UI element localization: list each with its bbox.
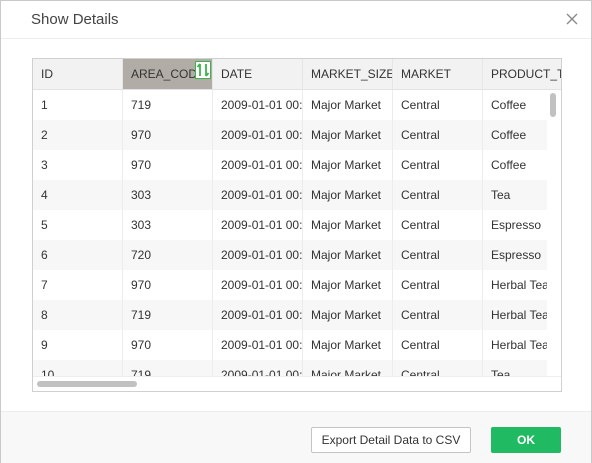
table-cell-market: Central <box>393 150 483 180</box>
column-header-date[interactable]: DATE <box>213 59 303 89</box>
table-cell-market: Central <box>393 210 483 240</box>
show-details-dialog: Show Details ID AREA_CODE DATE MARKET_SIZE M… <box>0 0 592 463</box>
table-cell-id: 4 <box>33 180 123 210</box>
table-cell-id: 2 <box>33 120 123 150</box>
table-cell-area-code: 970 <box>123 330 213 360</box>
export-csv-button[interactable]: Export Detail Data to CSV <box>311 427 471 453</box>
table-row[interactable]: 53032009-01-01 00:00:00Major MarketCentr… <box>33 210 561 240</box>
table-cell-date: 2009-01-01 00:00:00 <box>213 330 303 360</box>
table-cell-date: 2009-01-01 00:00:00 <box>213 300 303 330</box>
table-cell-market-size: Major Market <box>303 300 393 330</box>
table-cell-market-size: Major Market <box>303 330 393 360</box>
table-cell-area-code: 720 <box>123 240 213 270</box>
table-cell-market: Central <box>393 300 483 330</box>
table-cell-market-size: Major Market <box>303 150 393 180</box>
horizontal-scrollbar[interactable] <box>33 376 561 391</box>
table-cell-market-size: Major Market <box>303 270 393 300</box>
column-header-label: PRODUCT_TYPE <box>491 67 561 81</box>
table-cell-market: Central <box>393 120 483 150</box>
table-cell-date: 2009-01-01 00:00:00 <box>213 270 303 300</box>
table-cell-id: 6 <box>33 240 123 270</box>
table-row[interactable]: 79702009-01-01 00:00:00Major MarketCentr… <box>33 270 561 300</box>
table-cell-market: Central <box>393 330 483 360</box>
column-header-id[interactable]: ID <box>33 59 123 89</box>
horizontal-scrollbar-thumb[interactable] <box>37 381 137 387</box>
table-cell-date: 2009-01-01 00:00:00 <box>213 150 303 180</box>
table-cell-id: 5 <box>33 210 123 240</box>
table-cell-id: 9 <box>33 330 123 360</box>
table-cell-date: 2009-01-01 00:00:00 <box>213 240 303 270</box>
table-cell-market: Central <box>393 240 483 270</box>
table-cell-id: 7 <box>33 270 123 300</box>
table-row[interactable]: 43032009-01-01 00:00:00Major MarketCentr… <box>33 180 561 210</box>
table-row[interactable]: 29702009-01-01 00:00:00Major MarketCentr… <box>33 120 561 150</box>
table-cell-area-code: 303 <box>123 180 213 210</box>
close-icon <box>566 13 578 25</box>
table-cell-market: Central <box>393 180 483 210</box>
table-row[interactable]: 39702009-01-01 00:00:00Major MarketCentr… <box>33 150 561 180</box>
table-row[interactable]: 17192009-01-01 00:00:00Major MarketCentr… <box>33 90 561 120</box>
sort-icon[interactable] <box>195 61 211 79</box>
table-cell-id: 8 <box>33 300 123 330</box>
table-row[interactable]: 87192009-01-01 00:00:00Major MarketCentr… <box>33 300 561 330</box>
close-button[interactable] <box>565 12 579 26</box>
table-cell-market-size: Major Market <box>303 240 393 270</box>
column-header-label: MARKET <box>401 67 452 81</box>
vertical-scrollbar-thumb[interactable] <box>550 93 556 117</box>
details-table: ID AREA_CODE DATE MARKET_SIZE MARKET PRODUCT_… <box>32 58 562 392</box>
column-header-label: ID <box>41 67 53 81</box>
column-header-market-size[interactable]: MARKET_SIZE <box>303 59 393 89</box>
table-cell-market: Central <box>393 90 483 120</box>
column-header-market[interactable]: MARKET <box>393 59 483 89</box>
table-cell-date: 2009-01-01 00:00:00 <box>213 120 303 150</box>
dialog-title: Show Details <box>31 11 119 28</box>
table-cell-date: 2009-01-01 00:00:00 <box>213 180 303 210</box>
table-cell-date: 2009-01-01 00:00:00 <box>213 90 303 120</box>
dialog-footer: Export Detail Data to CSV OK <box>1 411 591 463</box>
table-cell-id: 3 <box>33 150 123 180</box>
table-row[interactable]: 67202009-01-01 00:00:00Major MarketCentr… <box>33 240 561 270</box>
column-header-label: DATE <box>221 67 253 81</box>
table-cell-area-code: 303 <box>123 210 213 240</box>
column-header-area-code[interactable]: AREA_CODE <box>123 59 213 89</box>
table-row[interactable]: 99702009-01-01 00:00:00Major MarketCentr… <box>33 330 561 360</box>
vertical-scrollbar[interactable] <box>547 90 561 376</box>
table-header: ID AREA_CODE DATE MARKET_SIZE MARKET PRODUCT_… <box>33 59 561 90</box>
dialog-title-bar: Show Details <box>1 1 591 39</box>
table-cell-area-code: 970 <box>123 120 213 150</box>
table-cell-date: 2009-01-01 00:00:00 <box>213 210 303 240</box>
column-header-label: AREA_CODE <box>131 67 206 81</box>
table-cell-market-size: Major Market <box>303 180 393 210</box>
table-cell-market-size: Major Market <box>303 210 393 240</box>
table-cell-area-code: 970 <box>123 270 213 300</box>
table-cell-area-code: 719 <box>123 300 213 330</box>
table-cell-id: 1 <box>33 90 123 120</box>
column-header-label: MARKET_SIZE <box>311 67 393 81</box>
table-cell-market: Central <box>393 270 483 300</box>
ok-button[interactable]: OK <box>491 427 561 453</box>
table-cell-area-code: 719 <box>123 90 213 120</box>
table-cell-market-size: Major Market <box>303 120 393 150</box>
table-cell-area-code: 970 <box>123 150 213 180</box>
table-cell-market-size: Major Market <box>303 90 393 120</box>
column-header-product-type[interactable]: PRODUCT_TYPE <box>483 59 561 89</box>
